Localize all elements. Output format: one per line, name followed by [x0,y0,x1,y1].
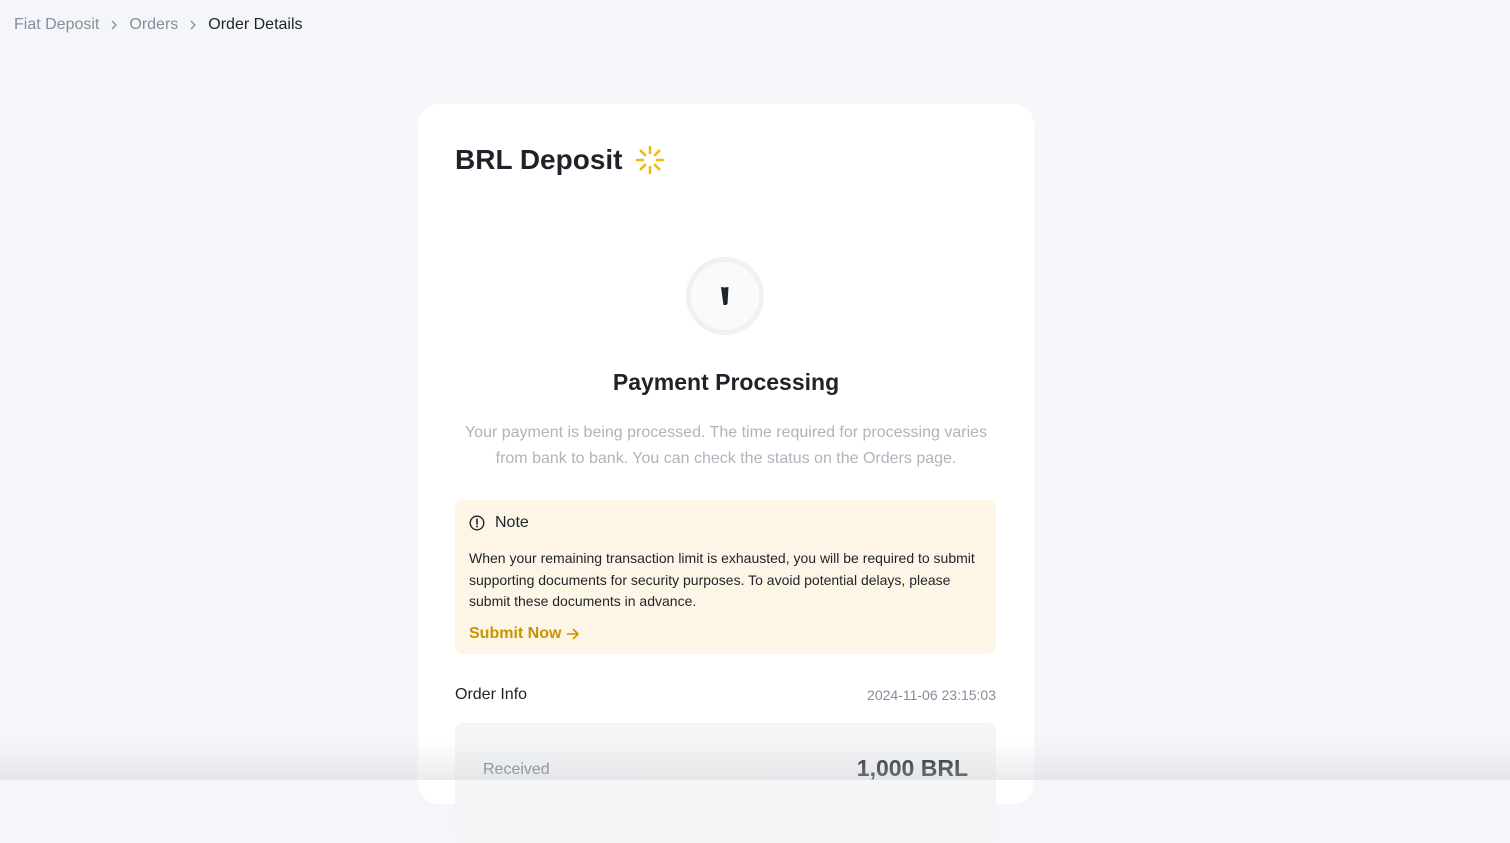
note-body: When your remaining transaction limit is… [469,550,975,609]
note-header: Note [469,514,982,532]
arrow-right-icon [565,626,581,642]
page-title-text: BRL Deposit [455,144,623,175]
chevron-right-icon [99,20,129,30]
page-title: BRL Deposit [455,144,665,176]
submit-now-link[interactable]: Submit Now [469,623,982,645]
clock-icon [686,257,764,335]
order-timestamp: 2024-11-06 23:15:03 [867,687,996,703]
info-icon [469,515,485,531]
status-title: Payment Processing [612,369,840,395]
breadcrumb-item-fiat-deposit[interactable]: Fiat Deposit [14,16,99,34]
order-info-header: Order Info 2024-11-06 23:15:03 [455,684,996,706]
status-description: Your payment is being processed. The tim… [464,424,988,467]
order-info-label: Order Info [455,686,528,703]
note-heading: Note [495,514,529,531]
breadcrumb-item-orders[interactable]: Orders [129,16,178,34]
received-label: Received [483,761,550,778]
received-amount: 1,000 BRL [856,755,968,781]
breadcrumb: Fiat Deposit Orders Order Details [14,14,303,36]
order-details-card: BRL Deposit Payment Processing Your paym… [418,104,1034,843]
loading-sparkle-icon [635,145,665,175]
order-info-panel: Received 1,000 BRL [455,723,996,843]
breadcrumb-item-order-details: Order Details [208,16,303,33]
submit-now-label: Submit Now [469,624,562,642]
chevron-right-icon [178,20,208,30]
note-box: Note When your remaining transaction lim… [455,500,996,654]
